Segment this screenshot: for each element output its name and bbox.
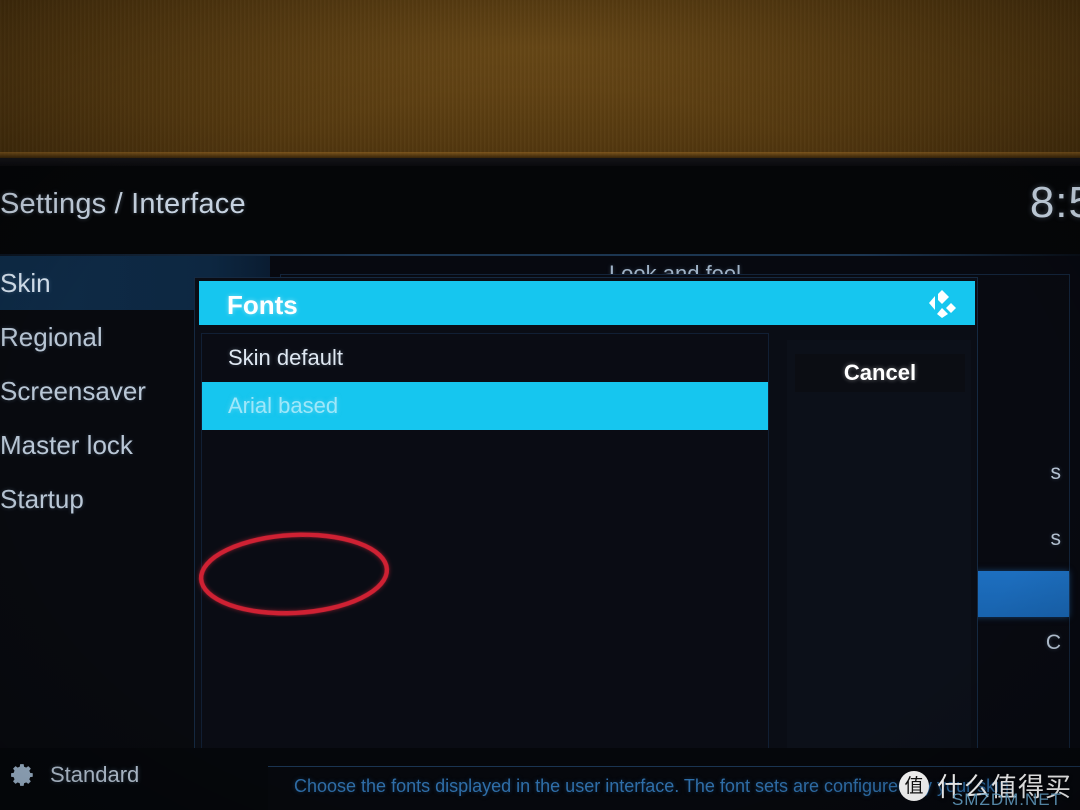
background-setting-row[interactable]: C xyxy=(1046,631,1061,655)
bottom-bar: Standard Choose the fonts displayed in t… xyxy=(0,748,1080,810)
dialog-title: Fonts xyxy=(227,290,298,320)
sidebar-item-label: Regional xyxy=(0,322,103,352)
sidebar-item-label: Master lock xyxy=(0,430,133,460)
photograph-of-tv-screen: Settings / Interface 8:5 Skin Regional S… xyxy=(0,0,1080,810)
breadcrumb: Settings / Interface xyxy=(0,188,246,220)
sidebar-item-label: Screensaver xyxy=(0,376,146,406)
dialog-header: Fonts xyxy=(199,281,975,325)
top-bar: Settings / Interface 8:5 xyxy=(0,166,1080,254)
list-item-arial-based[interactable]: Arial based xyxy=(202,382,768,430)
fonts-dialog: Fonts Skin default Arial based Cancel xyxy=(194,277,978,810)
clock: 8:5 xyxy=(1029,178,1080,227)
gear-icon xyxy=(11,764,33,786)
settings-level-indicator[interactable]: Standard xyxy=(10,762,139,788)
watermark-domain: SMZDM.NET xyxy=(951,790,1062,809)
list-item-skin-default[interactable]: Skin default xyxy=(202,334,768,382)
background-setting-row[interactable]: s xyxy=(1051,461,1062,485)
sidebar-item-label: Skin xyxy=(0,268,51,298)
list-item-label: Skin default xyxy=(228,345,343,370)
background-setting-row[interactable]: s xyxy=(1051,527,1062,551)
kodi-logo-icon xyxy=(929,290,956,318)
help-text: Choose the fonts displayed in the user i… xyxy=(294,776,1015,796)
room-wall-background xyxy=(0,0,1080,159)
settings-level-label: Standard xyxy=(50,762,140,787)
dialog-actions-column: Cancel 2 items - 1/1 xyxy=(787,340,971,810)
sidebar-item-label: Startup xyxy=(0,484,84,514)
cancel-button[interactable]: Cancel xyxy=(795,354,965,392)
list-item-label: Arial based xyxy=(228,393,339,418)
kodi-screen: Settings / Interface 8:5 Skin Regional S… xyxy=(0,166,1080,810)
font-list: Skin default Arial based xyxy=(201,333,769,810)
